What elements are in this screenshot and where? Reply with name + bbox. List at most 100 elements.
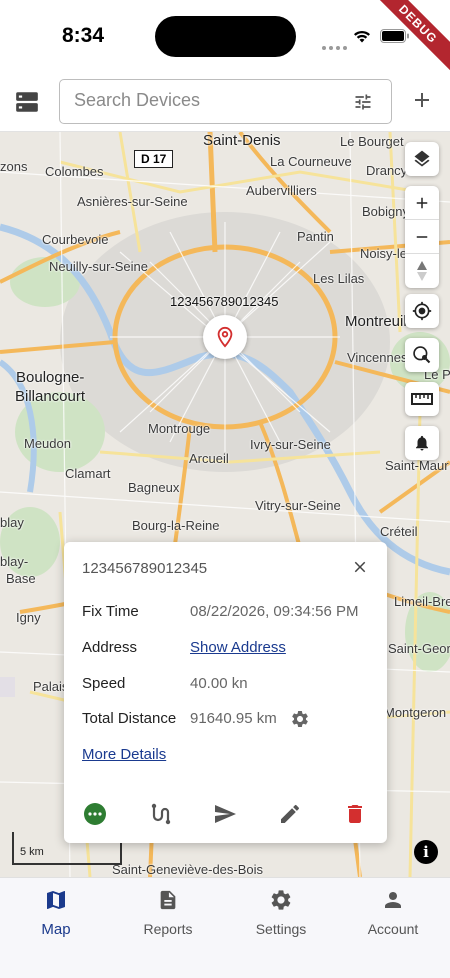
row-value: 08/22/2026, 09:34:56 PM [190,603,359,620]
place-label: Bourg-la-Reine [132,518,220,533]
row-value: 40.00 kn [190,675,248,692]
zoom-in-icon[interactable] [405,186,439,220]
more-actions-button[interactable] [82,801,108,827]
device-list-icon[interactable] [14,89,40,115]
geofence-search-control[interactable] [405,338,439,372]
ruler-icon[interactable] [405,382,439,416]
place-label: Meudon [24,436,71,451]
search-input[interactable] [74,90,344,111]
edit-icon [281,804,300,823]
place-label: Montgeron [384,705,447,720]
place-label: Montreuil [345,313,407,330]
place-label: Saint-Geneviève-des-Bois [112,862,264,877]
tab-settings[interactable]: Settings [225,888,337,937]
place-label: Saint-Maur [385,458,449,473]
travel-explore-icon[interactable] [405,338,439,372]
filter-tune-icon[interactable] [353,92,373,112]
replay-route-button[interactable] [147,801,173,827]
device-name: 123456789012345 [82,560,208,577]
place-label: Ivry-sur-Seine [250,437,331,452]
edit-device-button[interactable] [277,801,303,827]
scale-label: 5 km [20,846,44,858]
send-icon [215,805,236,823]
place-label: Saint-Denis [203,132,281,149]
ruler-control[interactable] [405,382,439,416]
tab-reports[interactable]: Reports [112,888,224,937]
card-actions [64,797,387,829]
locate-control[interactable] [405,294,439,328]
device-status-card: 123456789012345 Fix Time 08/22/2026, 09:… [64,542,387,843]
app-bar [0,72,450,132]
compass-icon[interactable] [405,254,439,288]
add-device-icon[interactable] [410,88,434,112]
delete-device-button[interactable] [342,801,368,827]
show-address-link[interactable]: Show Address [190,639,286,656]
my-location-icon[interactable] [405,294,439,328]
place-label: blay [0,515,24,530]
info-icon[interactable]: i [414,840,438,864]
layers-icon[interactable] [405,142,439,176]
tab-label: Account [367,921,419,937]
wifi-icon [354,30,370,43]
place-label: Bobigny [362,204,409,219]
place-label: Bagneux [128,480,180,495]
place-label: Montrouge [148,421,211,436]
more-horiz-icon [84,803,106,825]
place-label: Vitry-sur-Seine [255,498,341,513]
place-label: Limeil-Bre [394,594,450,609]
row-label: Speed [82,675,126,692]
close-icon[interactable] [351,558,369,576]
bottom-navigation: Map Reports Settings Account [0,877,450,978]
tab-label: Reports [143,921,193,937]
tab-label: Settings [255,921,307,937]
place-label: zons [0,159,28,174]
place-label: Colombes [45,164,104,179]
map-icon [47,891,65,909]
place-label: La Courneuve [270,154,352,169]
place-label: Drancy [366,163,408,178]
place-label: Boulogne- [16,369,85,386]
tab-account[interactable]: Account [337,888,449,937]
tab-map[interactable]: Map [0,888,112,938]
more-details-link[interactable]: More Details [82,746,166,763]
zoom-control [405,186,439,288]
place-label: Courbevoie [42,232,109,247]
route-icon [151,803,171,825]
device-marker-label: 123456789012345 [170,294,279,309]
device-marker[interactable] [203,315,247,359]
search-field[interactable] [59,79,392,124]
place-label: blay- [0,554,29,569]
layers-control[interactable] [405,142,439,176]
dynamic-island [155,16,296,57]
signal-icon [322,37,350,55]
description-icon [160,890,176,910]
place-label: Saint-Georg [388,641,450,656]
notifications-control[interactable] [405,426,439,460]
row-value: 91640.95 km [190,710,277,727]
place-label: Les Lilas [313,271,365,286]
gear-icon[interactable] [290,709,310,729]
send-command-button[interactable] [212,801,238,827]
zoom-out-icon[interactable] [405,220,439,254]
bell-icon[interactable] [405,426,439,460]
place-label: Base [6,571,36,586]
place-label: Créteil [380,524,418,539]
place-label: Neuilly-sur-Seine [49,259,148,274]
battery-icon [380,29,409,43]
person-icon [385,892,401,908]
tab-label: Map [41,921,71,938]
status-bar: 8:34 DEBUG [0,0,450,74]
delete-icon [348,805,362,823]
place-label: Asnières-sur-Seine [77,194,188,209]
status-time: 8:34 [62,24,105,47]
place-label: Le Bourget [340,134,404,149]
place-label: Pantin [297,229,334,244]
row-label: Fix Time [82,603,139,620]
place-label: Billancourt [15,388,86,405]
row-label: Total Distance [82,710,177,727]
location-pin-icon [217,326,233,348]
place-label: Clamart [65,466,111,481]
place-label: Arcueil [189,451,229,466]
place-label: Noisy-le- [360,246,412,261]
place-label: Igny [16,610,41,625]
